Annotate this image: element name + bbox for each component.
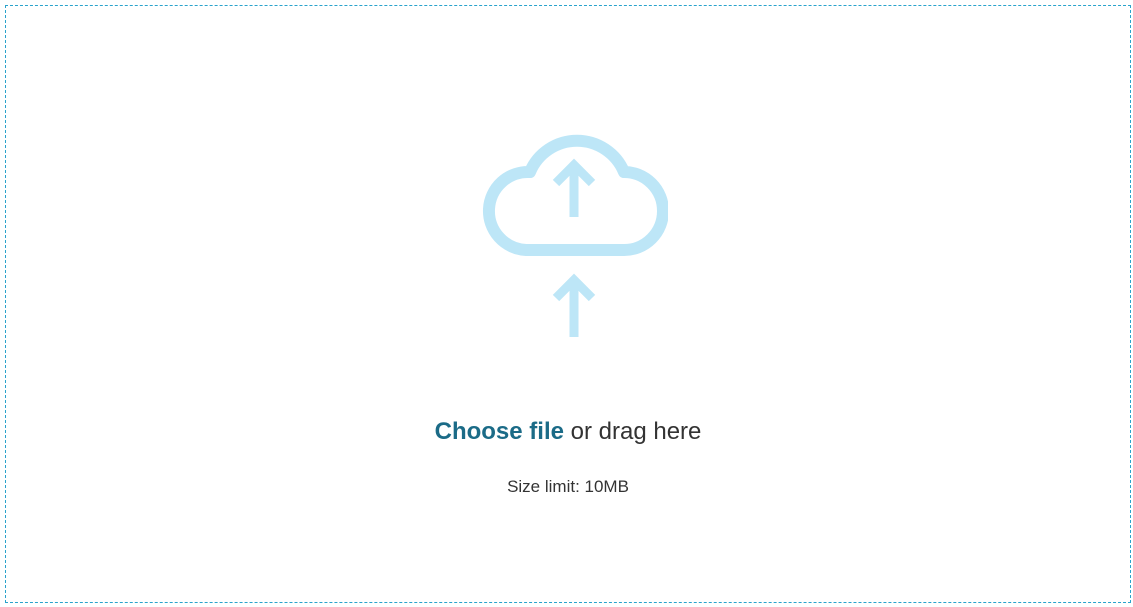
upload-graphic (480, 119, 668, 341)
choose-file-link[interactable]: Choose file (435, 418, 564, 445)
file-dropzone[interactable]: Choose file or drag here Size limit: 10M… (5, 5, 1131, 603)
size-limit-text: Size limit: 10MB (507, 477, 629, 496)
upload-prompt: Choose file or drag here (6, 416, 1130, 448)
cloud-arrow-up-icon (552, 158, 596, 217)
upload-illustration (483, 134, 668, 337)
drag-here-text: or drag here (570, 418, 702, 445)
arrow-up-icon (552, 273, 596, 337)
